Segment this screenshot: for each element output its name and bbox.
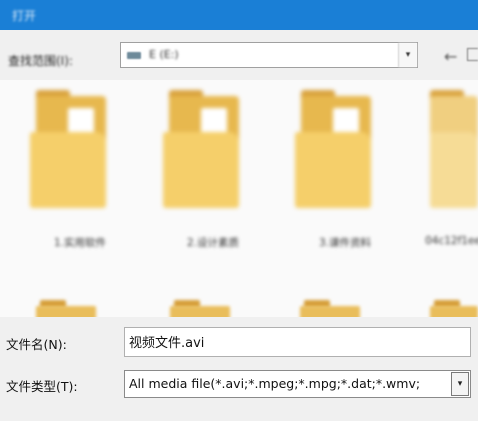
location-dropdown-button[interactable]: ▾ [398, 43, 417, 67]
folder-item[interactable]: 2.设计素质 [163, 86, 263, 249]
window-title: 打开 [12, 9, 37, 23]
filetype-label: 文件类型(T): [6, 379, 78, 394]
folder-icon[interactable] [170, 300, 230, 317]
folder-icon [295, 86, 395, 208]
filename-label: 文件名(N): [6, 337, 67, 352]
folder-icon [420, 86, 478, 208]
folder-label: 2.设计素质 [186, 237, 240, 249]
folder-label: 1.实用软件 [53, 237, 107, 249]
folder-icon[interactable] [430, 300, 478, 317]
look-in-label: 查找范围(I): [8, 54, 73, 68]
filename-input[interactable]: 视频文件.avi [124, 327, 471, 357]
drive-icon [127, 52, 141, 59]
title-bar: 打开 [0, 0, 478, 30]
location-combobox[interactable]: E (E:) ▾ [120, 42, 418, 68]
toolbar-more-icon[interactable] [467, 48, 478, 61]
folder-item[interactable]: 04c12f1ee [420, 86, 478, 247]
back-arrow-icon[interactable]: ← [444, 47, 457, 66]
filetype-dropdown-button[interactable]: ▾ [451, 372, 469, 396]
filetype-value: All media file(*.avi;*.mpeg;*.mpg;*.dat;… [129, 376, 421, 391]
folder-icon[interactable] [300, 300, 360, 317]
folder-label: 04c12f1ee [425, 235, 478, 247]
filetype-select[interactable]: All media file(*.avi;*.mpeg;*.mpg;*.dat;… [124, 370, 471, 398]
location-value: E (E:) [149, 48, 179, 61]
folder-item[interactable]: 3.课件资料 [295, 86, 395, 249]
file-open-form: 文件名(N): 视频文件.avi 文件类型(T): All media file… [0, 317, 478, 421]
folder-item[interactable]: 1.实用软件 [30, 86, 130, 249]
file-list-view[interactable]: 1.实用软件 2.设计素质 3.课件资料 04c12f1ee [0, 80, 478, 317]
folder-icon [163, 86, 263, 208]
folder-label: 3.课件资料 [318, 237, 372, 249]
folder-icon[interactable] [36, 300, 96, 317]
toolbar: 查找范围(I): E (E:) ▾ ← [0, 30, 478, 80]
folder-icon [30, 86, 130, 208]
